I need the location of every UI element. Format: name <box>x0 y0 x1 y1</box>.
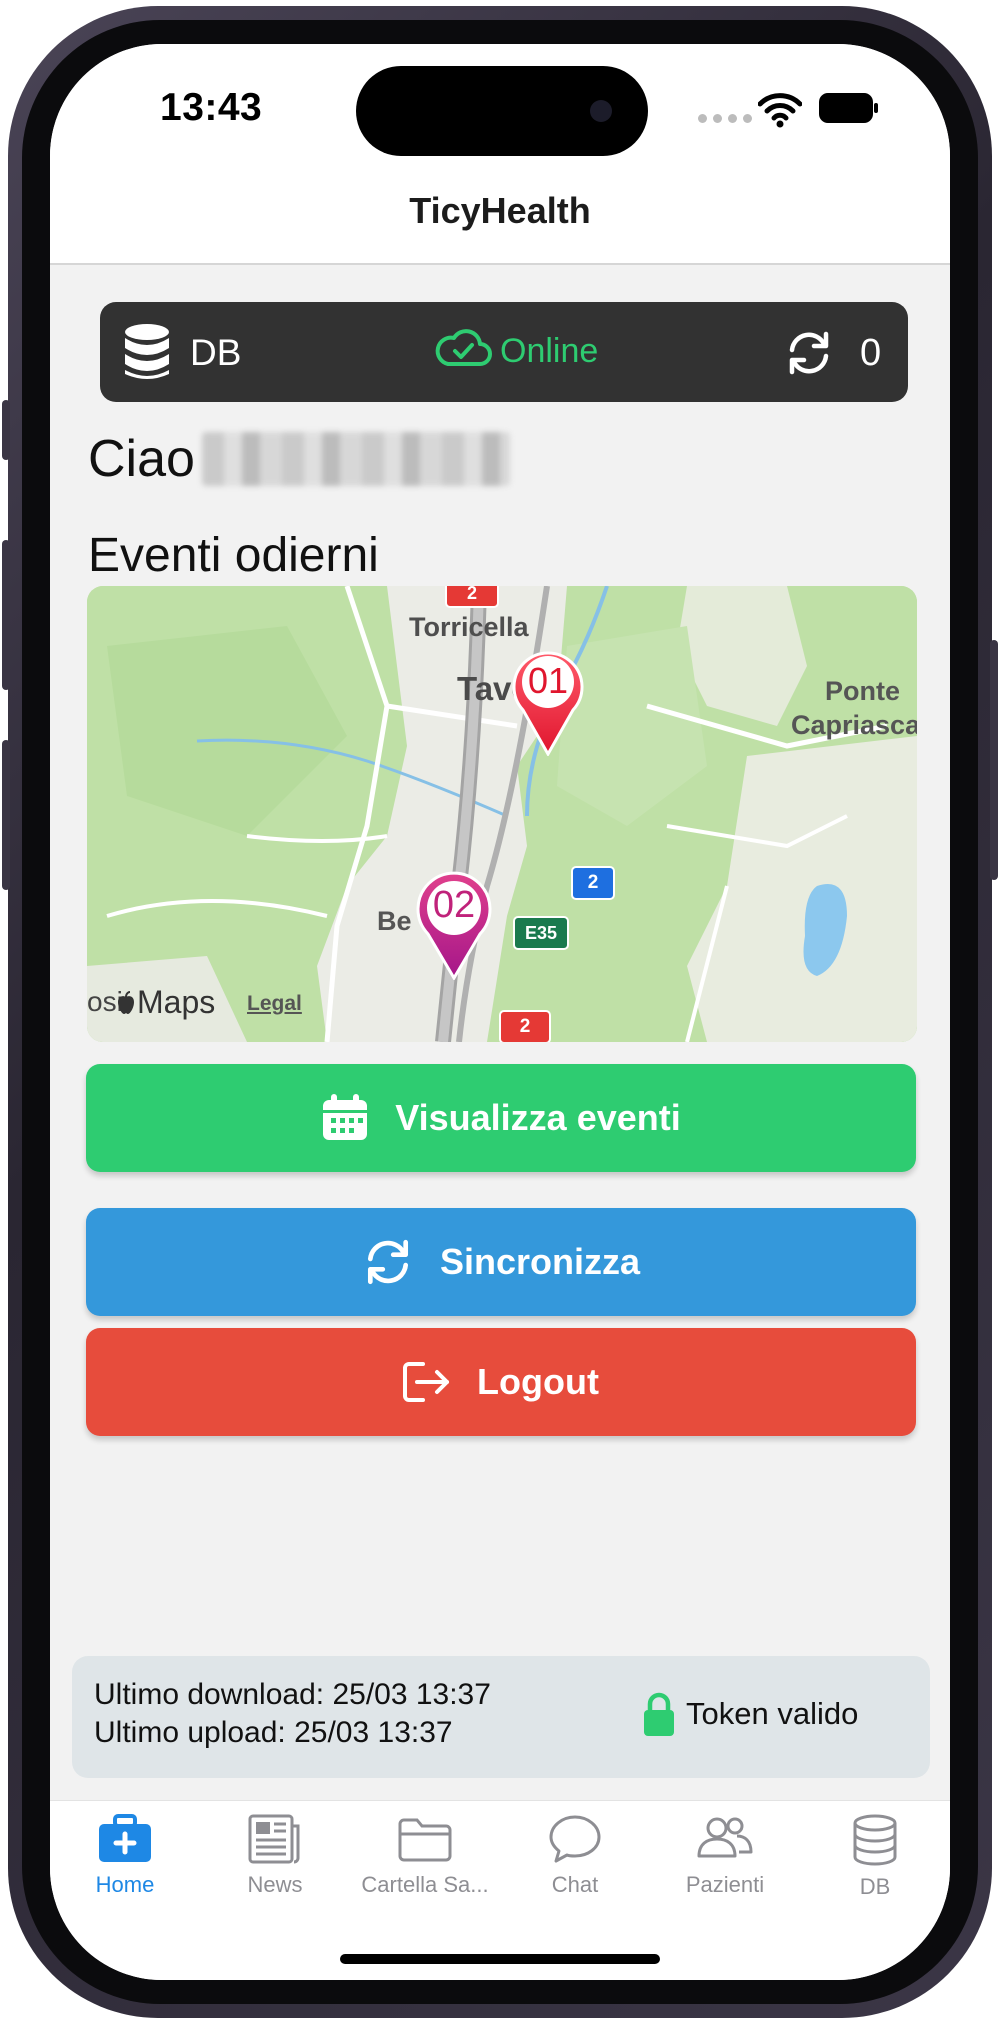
maps-attribution: Maps <box>137 984 216 1020</box>
sync-label: Sincronizza <box>439 1241 641 1282</box>
map-canvas <box>87 586 917 1042</box>
tab-label: Pazienti <box>685 1872 765 1897</box>
apple-maps-logo: Maps <box>115 984 215 1021</box>
sync-button[interactable]: Sincronizza <box>86 1208 916 1316</box>
pending-sync-count: 0 <box>860 332 882 374</box>
tab-db[interactable]: DB <box>800 1814 950 1900</box>
map-label-torricella: Torricella <box>409 612 529 642</box>
mute-switch <box>2 400 10 460</box>
road-shield: 2 <box>499 1010 551 1042</box>
sync-icon <box>367 1239 408 1285</box>
tab-home[interactable]: Home <box>50 1814 200 1898</box>
events-section-title: Eventi odierni <box>88 529 379 582</box>
camera-icon <box>590 100 612 122</box>
tab-label: Home <box>95 1872 155 1897</box>
sync-icon[interactable] <box>784 328 834 378</box>
medical-kit-icon <box>99 1814 151 1862</box>
tab-pazienti[interactable]: Pazienti <box>650 1814 800 1898</box>
map-marker-01[interactable]: 01 <box>511 646 585 758</box>
lock-icon <box>644 1692 674 1736</box>
screen: 13:43 TicyHealth DB Online 0 Ciao Eventi… <box>50 44 950 1980</box>
power-button <box>990 640 998 880</box>
map-label-ponte: Ponte <box>825 676 901 706</box>
greeting: Ciao <box>88 430 195 488</box>
logout-button[interactable]: Logout <box>86 1328 916 1436</box>
volume-up-button <box>2 540 10 690</box>
road-shield: 2 <box>571 866 615 900</box>
map-legal-link[interactable]: Legal <box>247 992 302 1016</box>
calendar-icon <box>323 1094 368 1140</box>
apple-icon <box>118 990 134 1014</box>
folder-icon <box>398 1818 452 1862</box>
map-label-be: Be <box>377 906 412 936</box>
tab-label: Cartella Sa... <box>361 1872 489 1897</box>
volume-down-button <box>2 740 10 890</box>
tab-label: DB <box>859 1874 891 1899</box>
logout-label: Logout <box>477 1361 599 1402</box>
online-status: Online <box>500 332 599 370</box>
home-indicator <box>340 1954 660 1964</box>
cloud-check-icon <box>435 329 492 366</box>
users-icon <box>697 1817 753 1858</box>
tab-news[interactable]: News <box>200 1814 350 1898</box>
map-label-capriasca: Capriasca <box>791 710 917 740</box>
cellular-signal-icon <box>698 114 752 123</box>
tab-chat[interactable]: Chat <box>500 1814 650 1898</box>
token-status: Token valido <box>686 1696 859 1731</box>
last-upload-text: Ultimo upload: 25/03 13:37 <box>94 1716 453 1749</box>
status-time: 13:43 <box>160 86 263 129</box>
marker-label: 02 <box>432 884 476 926</box>
newspaper-icon <box>248 1814 300 1864</box>
marker-label: 01 <box>527 660 569 701</box>
db-label: DB <box>190 332 242 373</box>
last-download-text: Ultimo download: 25/03 13:37 <box>94 1678 491 1711</box>
road-shield: 2 <box>445 586 499 608</box>
tab-cartella-sanitaria[interactable]: Cartella Sa... <box>350 1814 500 1898</box>
database-icon <box>853 1814 897 1866</box>
view-events-label: Visualizza eventi <box>395 1097 681 1138</box>
nav-divider <box>50 263 950 265</box>
battery-icon <box>819 93 878 123</box>
road-shield: E35 <box>513 916 569 950</box>
tab-label: News <box>247 1872 303 1897</box>
chat-bubble-icon <box>549 1815 601 1863</box>
tab-label: Chat <box>551 1872 599 1897</box>
view-events-button[interactable]: Visualizza eventi <box>86 1064 916 1172</box>
wifi-icon <box>758 93 802 128</box>
page-title: TicyHealth <box>409 190 591 231</box>
events-map[interactable]: 2 2 E35 2 Torricella Taverne Ponte Capri… <box>87 586 917 1042</box>
logout-icon <box>403 1362 450 1402</box>
database-icon <box>125 324 169 379</box>
user-name-redacted <box>202 432 510 486</box>
map-marker-02[interactable]: 02 <box>415 870 493 981</box>
